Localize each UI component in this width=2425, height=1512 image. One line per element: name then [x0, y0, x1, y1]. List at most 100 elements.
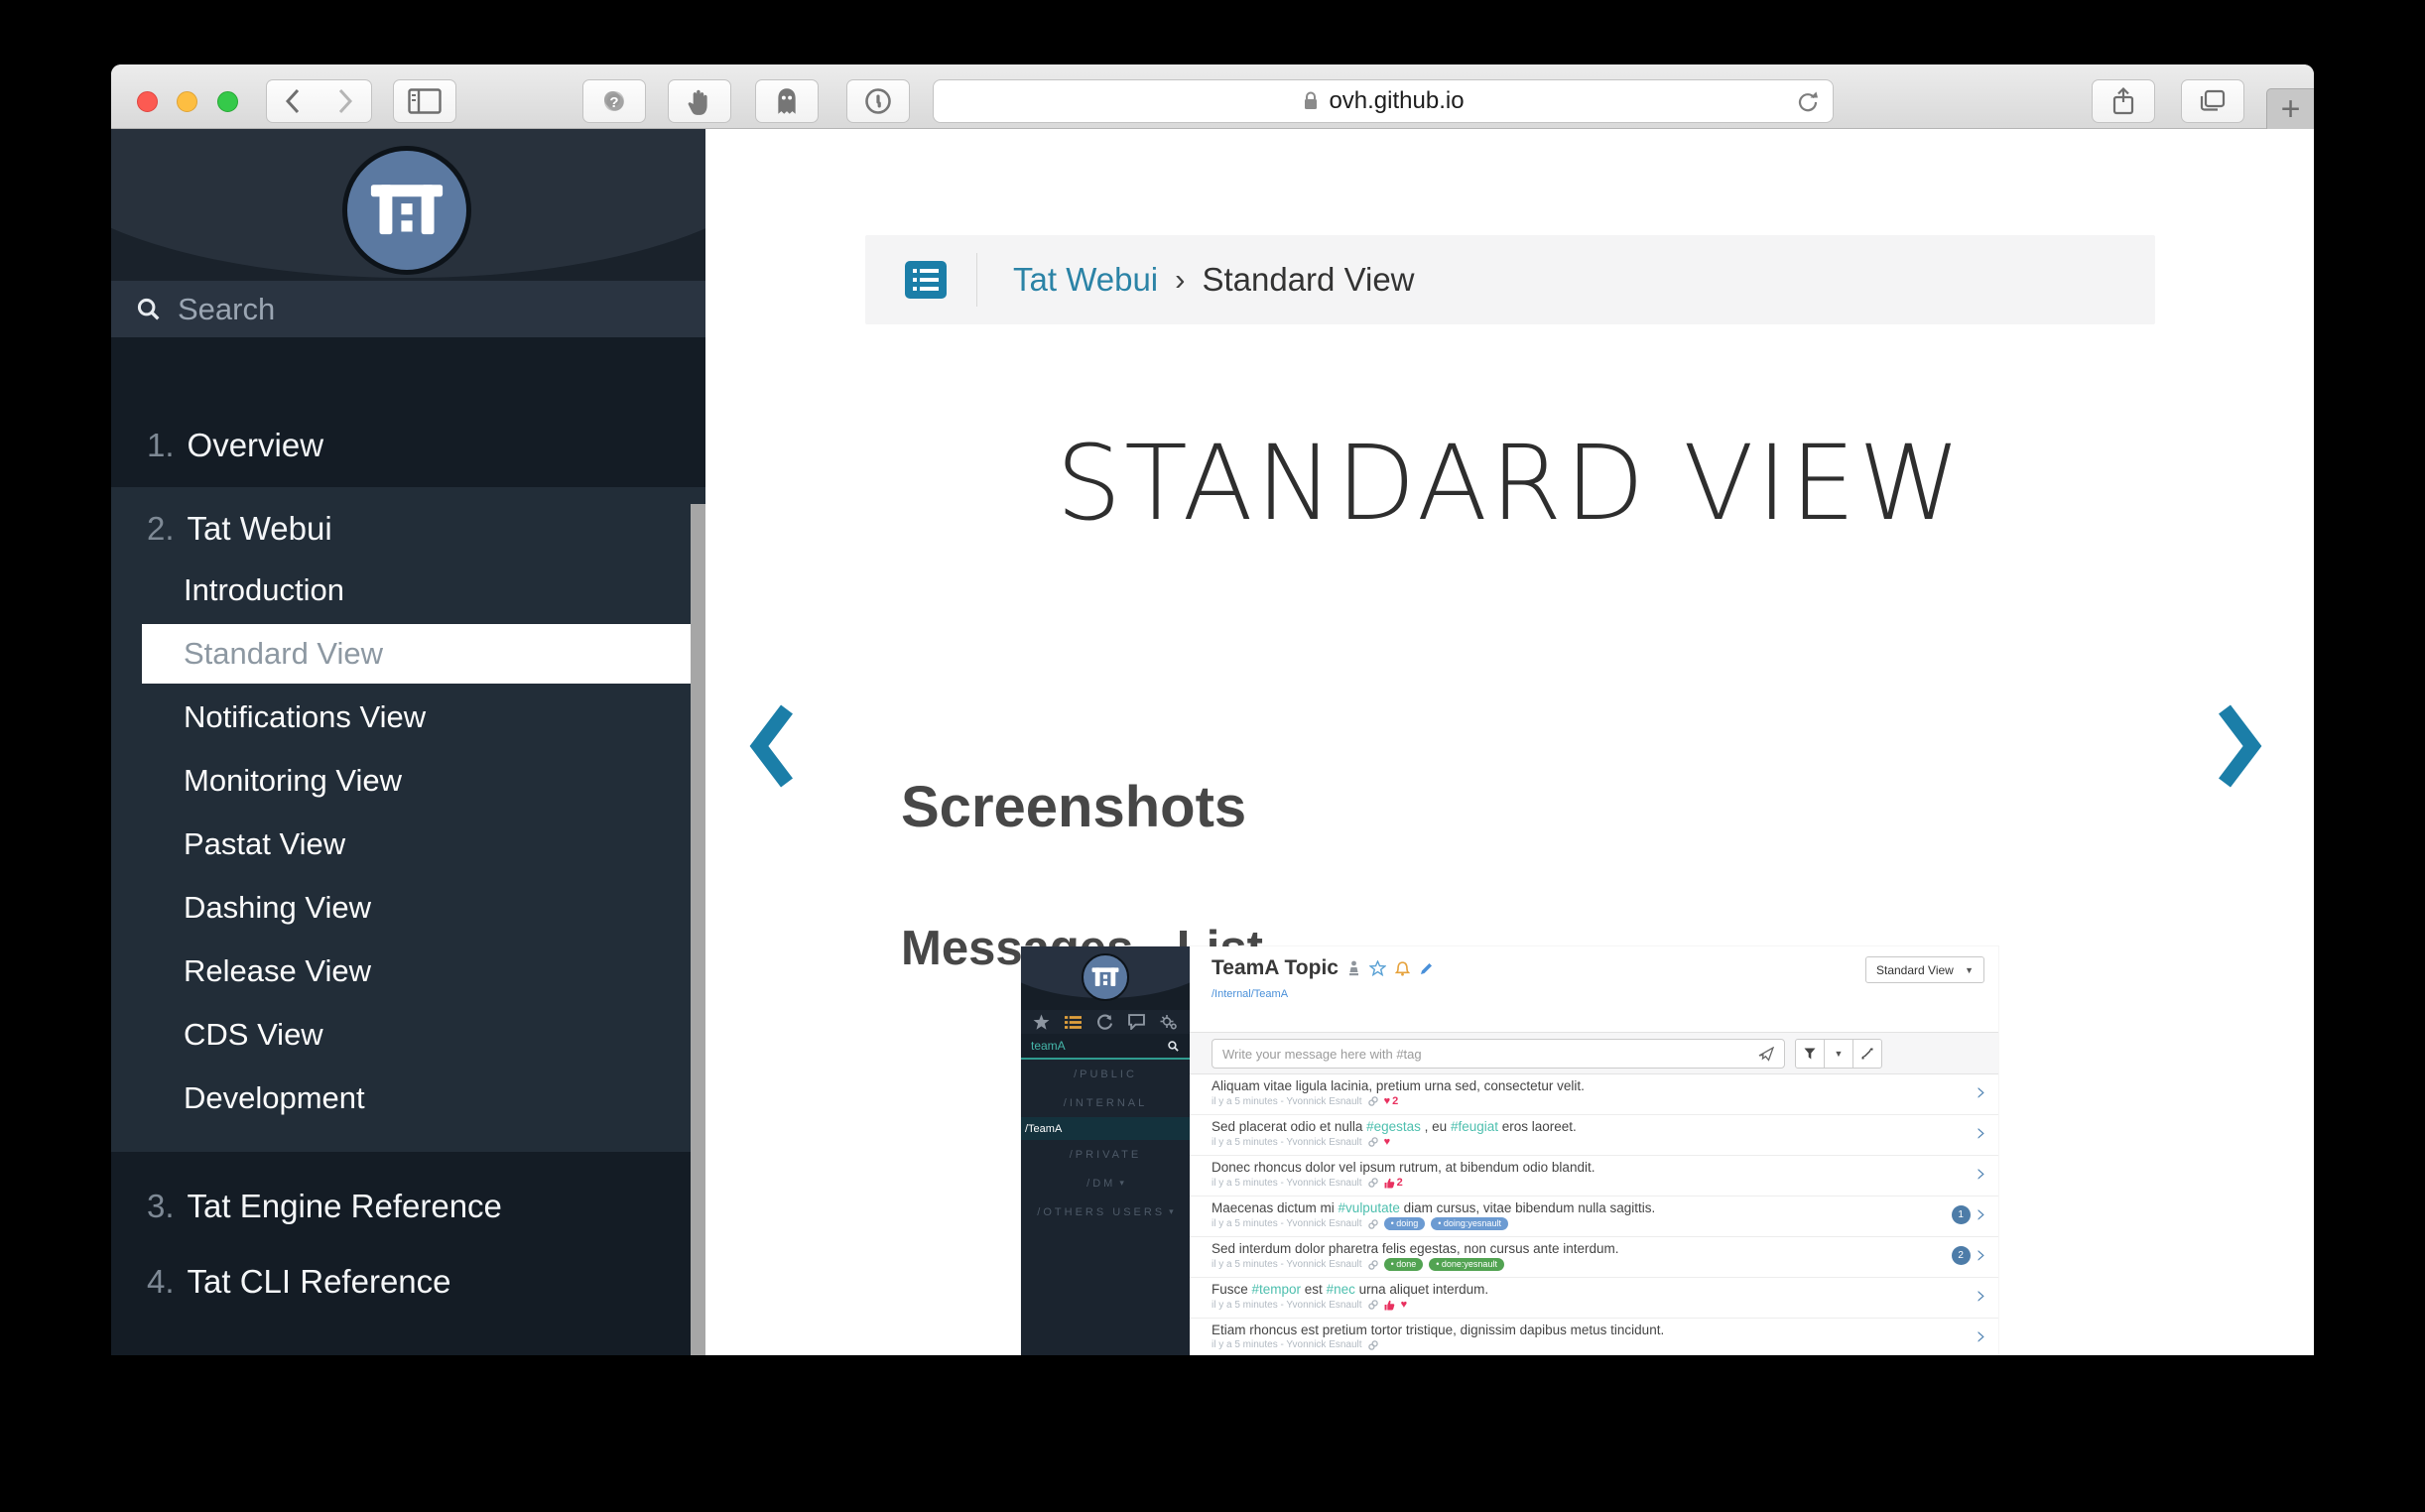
sidebar-item-notifications-view[interactable]: Notifications View	[111, 686, 705, 749]
back-button[interactable]	[266, 79, 319, 123]
message-row[interactable]: Maecenas dictum mi #vulputate diam cursu…	[1190, 1197, 1998, 1237]
open-message-chevron[interactable]: ›	[1977, 1083, 1986, 1102]
channel-teama[interactable]: /TeamA	[1021, 1117, 1190, 1140]
notifications-bell-icon[interactable]	[1395, 960, 1410, 976]
sidebar-item-label: Tat Webui	[188, 510, 332, 548]
permalink-icon[interactable]	[1368, 1340, 1378, 1350]
message-row[interactable]: Sed interdum dolor pharetra felis egesta…	[1190, 1237, 1998, 1278]
channel-public[interactable]: /PUBLIC	[1021, 1060, 1190, 1088]
sidebar-item-development[interactable]: Development	[111, 1067, 705, 1130]
sidebar-item-tat-engine-reference[interactable]: 3.Tat Engine Reference	[111, 1176, 705, 1237]
message-row[interactable]: Donec rhoncus dolor vel ipsum rutrum, at…	[1190, 1156, 1998, 1197]
message-row[interactable]: Fusce #tempor est #nec urna aliquet inte…	[1190, 1278, 1998, 1319]
open-message-chevron[interactable]: ›	[1977, 1327, 1986, 1346]
forward-button[interactable]	[319, 79, 372, 123]
toc-icon[interactable]	[905, 261, 947, 299]
reply-count-badge[interactable]: 1	[1952, 1205, 1971, 1224]
topic-path[interactable]: /Internal/TeamA	[1212, 988, 1288, 1000]
chat-icon[interactable]	[1128, 1014, 1145, 1030]
sidebar-item-tat-webui[interactable]: 2.Tat Webui	[111, 499, 705, 559]
label-badge[interactable]: • doing:yesnault	[1431, 1217, 1508, 1230]
heart-reaction[interactable]: ♥2	[1384, 1095, 1399, 1107]
sidebar-item-dashing-view[interactable]: Dashing View	[111, 876, 705, 940]
sidebar-item-monitoring-view[interactable]: Monitoring View	[111, 749, 705, 813]
edit-pencil-icon[interactable]	[1419, 961, 1434, 976]
hashtag[interactable]: #egestas	[1366, 1119, 1421, 1134]
open-message-chevron[interactable]: ›	[1977, 1205, 1986, 1224]
send-paper-plane-icon[interactable]	[1758, 1047, 1774, 1062]
message-text: Maecenas dictum mi #vulputate diam cursu…	[1212, 1200, 1998, 1215]
permalink-icon[interactable]	[1368, 1137, 1378, 1147]
tat-logo[interactable]	[342, 146, 471, 275]
heart-reaction[interactable]: ♥	[1384, 1136, 1391, 1148]
channel-private[interactable]: /PRIVATE	[1021, 1140, 1190, 1169]
message-timestamp-author: il y a 5 minutes - Yvonnick Esnault	[1212, 1178, 1362, 1189]
message-composer-input[interactable]: Write your message here with #tag	[1212, 1039, 1785, 1069]
minimize-button[interactable]	[177, 91, 197, 112]
docs-search-input[interactable]: Search	[111, 281, 705, 337]
permalink-icon[interactable]	[1368, 1178, 1378, 1188]
channel-internal[interactable]: /INTERNAL	[1021, 1088, 1190, 1117]
thumb-reaction[interactable]	[1384, 1300, 1395, 1311]
open-message-chevron[interactable]: ›	[1977, 1246, 1986, 1265]
share-button[interactable]	[2092, 79, 2155, 123]
sidebar-item-cds-view[interactable]: CDS View	[111, 1003, 705, 1067]
sidebar-item-tat-cli-reference[interactable]: 4.Tat CLI Reference	[111, 1251, 705, 1313]
sidebar-scrollbar[interactable]	[691, 504, 705, 1355]
view-selector-dropdown[interactable]: Standard View ▼	[1865, 956, 1984, 983]
new-tab-button[interactable]: +	[2266, 88, 2314, 129]
filter-button[interactable]	[1795, 1039, 1825, 1069]
heart-reaction[interactable]: ♥	[1401, 1299, 1408, 1311]
sidebar-item-release-view[interactable]: Release View	[111, 940, 705, 1003]
hashtag[interactable]: #nec	[1327, 1282, 1355, 1297]
extension-hand-button[interactable]	[668, 79, 731, 123]
address-bar[interactable]: ovh.github.io	[933, 79, 1834, 123]
open-message-chevron[interactable]: ›	[1977, 1165, 1986, 1184]
open-message-chevron[interactable]: ›	[1977, 1287, 1986, 1306]
permalink-icon[interactable]	[1368, 1096, 1378, 1106]
permalink-icon[interactable]	[1368, 1219, 1378, 1229]
message-row[interactable]: Sed placerat odio et nulla #egestas , eu…	[1190, 1115, 1998, 1156]
close-button[interactable]	[137, 91, 158, 112]
reload-icon[interactable]	[1795, 89, 1821, 115]
channel-dm[interactable]: /DM▾	[1021, 1169, 1190, 1197]
breadcrumb-section-link[interactable]: Tat Webui	[1013, 261, 1158, 299]
star-icon[interactable]	[1033, 1014, 1050, 1031]
channel-others-users[interactable]: /OTHERS USERS▾	[1021, 1197, 1190, 1226]
hashtag[interactable]: #vulputate	[1339, 1200, 1400, 1215]
thumb-reaction[interactable]: 2	[1384, 1177, 1403, 1189]
label-badge[interactable]: • done:yesnault	[1429, 1258, 1504, 1271]
label-badge[interactable]: • doing	[1384, 1217, 1426, 1230]
next-page-arrow[interactable]	[2215, 702, 2262, 790]
permalink-icon[interactable]	[1368, 1260, 1378, 1270]
sidebar-toggle-button[interactable]	[393, 79, 456, 123]
channel-search-input[interactable]: teamA	[1021, 1034, 1190, 1060]
zoom-button[interactable]	[217, 91, 238, 112]
tabs-overview-button[interactable]	[2181, 79, 2244, 123]
message-row[interactable]: Aliquam vitae ligula lacinia, pretium ur…	[1190, 1074, 1998, 1115]
message-row[interactable]: Etiam rhoncus est pretium tortor tristiq…	[1190, 1319, 1998, 1355]
open-message-chevron[interactable]: ›	[1977, 1124, 1986, 1143]
podium-icon[interactable]	[1347, 960, 1360, 976]
sidebar-item-introduction[interactable]: Introduction	[111, 559, 705, 622]
reply-count-badge[interactable]: 2	[1952, 1246, 1971, 1265]
label-badge[interactable]: • done	[1384, 1258, 1424, 1271]
extension-onepassword-button[interactable]	[846, 79, 910, 123]
filter-options-button[interactable]: ▼	[1824, 1039, 1853, 1069]
extension-ghost-button[interactable]	[755, 79, 819, 123]
previous-page-arrow[interactable]	[749, 702, 797, 790]
sidebar-item-overview[interactable]: 1.Overview	[111, 415, 705, 476]
star-outline-icon[interactable]	[1369, 960, 1386, 976]
chevron-down-icon: ▼	[1965, 965, 1974, 975]
hashtag[interactable]: #tempor	[1252, 1282, 1302, 1297]
expand-button[interactable]	[1852, 1039, 1882, 1069]
extension-help-button[interactable]: ?	[582, 79, 646, 123]
hashtag[interactable]: #feugiat	[1451, 1119, 1498, 1134]
sidebar-item-pastat-view[interactable]: Pastat View	[111, 813, 705, 876]
settings-gears-icon[interactable]	[1160, 1014, 1178, 1031]
sidebar-item-standard-view[interactable]: Standard View	[142, 624, 705, 684]
breadcrumb-divider	[976, 253, 977, 307]
list-icon[interactable]	[1065, 1015, 1082, 1030]
permalink-icon[interactable]	[1368, 1300, 1378, 1310]
history-icon[interactable]	[1096, 1014, 1113, 1031]
